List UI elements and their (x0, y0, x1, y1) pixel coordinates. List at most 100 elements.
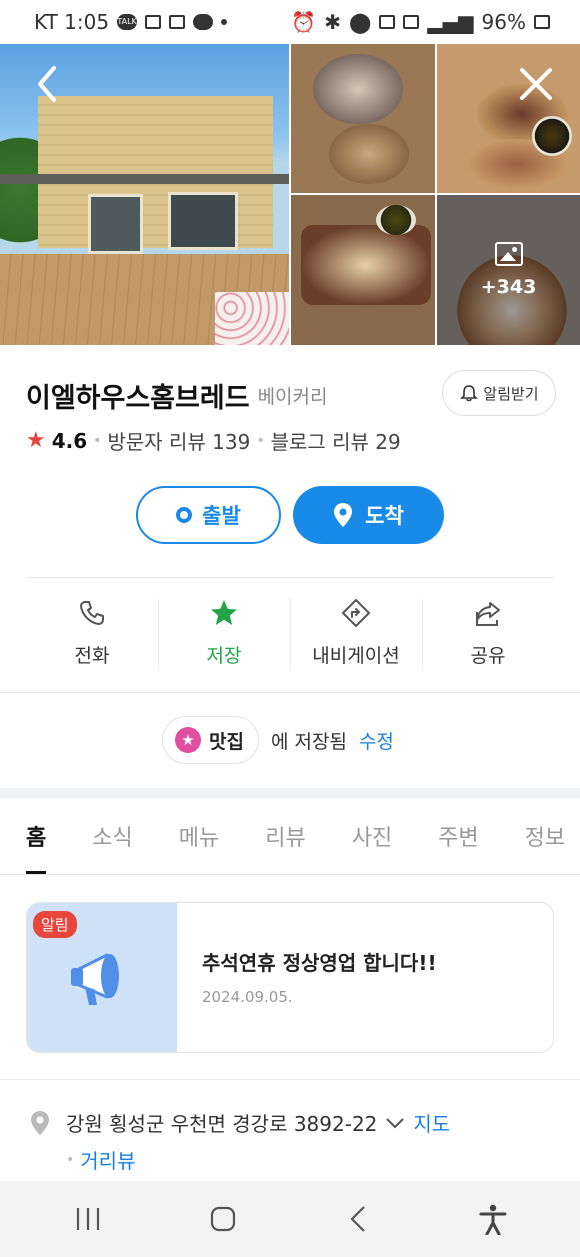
back-button[interactable] (30, 64, 66, 104)
address-line: 강원 횡성군 우천면 경강로 3892-22 지도 (30, 1108, 450, 1137)
notice-date: 2024.09.05. (202, 988, 293, 1006)
photo-icon (169, 15, 186, 29)
depart-button[interactable]: 출발 (136, 486, 281, 544)
tab-info[interactable]: 정보 (525, 800, 565, 874)
status-left: KT 1:05 TALK (34, 10, 228, 34)
star-icon (211, 600, 237, 625)
tab-menu[interactable]: 메뉴 (179, 800, 219, 874)
folder-name: 맛집 (209, 730, 244, 753)
street-view-link[interactable]: 거리뷰 (80, 1145, 135, 1174)
visitor-reviews-link[interactable]: 방문자 리뷰 139 (107, 426, 250, 455)
call-icon (193, 14, 214, 30)
tab-news[interactable]: 소식 (92, 800, 132, 874)
map-link[interactable]: 지도 (413, 1108, 450, 1137)
carrier-time: KT 1:05 (34, 10, 110, 34)
back-icon (349, 1206, 365, 1232)
action-row: 전화 저장 내비게이션 공유 (26, 596, 554, 672)
home-icon (210, 1206, 235, 1232)
status-right: ⏰ ✱ ⬤ ▂▄▆ 96% (291, 10, 550, 34)
tree-image (0, 134, 40, 274)
address-section: 강원 횡성군 우천면 경강로 3892-22 지도 • 거리뷰 (30, 1108, 450, 1174)
notice-thumbnail: 알림 (27, 903, 177, 1052)
more-dot-icon (221, 19, 228, 25)
save-label: 저장 (206, 645, 242, 667)
share-action[interactable]: 공유 (422, 596, 554, 672)
5g-icon (403, 15, 420, 29)
place-name: 이엘하우스홈브레드 (26, 382, 250, 414)
call-label: 전화 (74, 645, 110, 667)
share-icon (476, 602, 500, 626)
status-bar: KT 1:05 TALK ⏰ ✱ ⬤ ▂▄▆ 96% (0, 0, 580, 44)
bread-image (313, 54, 403, 124)
section-separator (0, 788, 580, 798)
place-category: 베이커리 (257, 385, 328, 408)
notice-card[interactable]: 알림 추석연휴 정상영업 합니다!! 2024.09.05. (26, 902, 554, 1053)
divider (0, 692, 580, 693)
bluetooth-icon: ✱ (324, 10, 341, 34)
tab-reviews[interactable]: 리뷰 (265, 800, 305, 874)
more-photos-tile[interactable]: +343 (437, 195, 580, 345)
location-pin-icon (31, 1110, 49, 1135)
tab-photos[interactable]: 사진 (352, 800, 392, 874)
photo-gallery: +343 (0, 44, 580, 345)
pin-icon (334, 503, 353, 527)
bread-photo-2[interactable] (437, 44, 580, 193)
recent-apps-button[interactable] (68, 1199, 108, 1239)
chevron-down-icon[interactable] (385, 1116, 405, 1130)
home-button[interactable] (203, 1199, 243, 1239)
route-buttons: 출발 도착 (136, 486, 444, 544)
alert-button-label: 알림받기 (483, 384, 539, 403)
address-line-2: • 거리뷰 (66, 1145, 450, 1174)
window-image (168, 192, 238, 250)
tab-nearby[interactable]: 주변 (438, 800, 478, 874)
notice-badge: 알림 (33, 911, 77, 938)
close-icon (520, 68, 552, 100)
recent-apps-icon (76, 1208, 99, 1230)
call-action[interactable]: 전화 (26, 596, 158, 672)
navigation-action[interactable]: 내비게이션 (290, 596, 422, 672)
navigation-label: 내비게이션 (312, 645, 400, 667)
rating-star-icon: ★ (26, 428, 46, 453)
arrive-button[interactable]: 도착 (293, 486, 444, 544)
rating-value: 4.6 (51, 428, 88, 453)
divider (26, 577, 554, 578)
saved-folder-chip[interactable]: ★ 맛집 (162, 716, 259, 764)
accessibility-icon (479, 1204, 506, 1235)
saved-text: 에 저장됨 (270, 730, 347, 753)
roof-image (0, 174, 289, 184)
separator-dot: • (93, 432, 102, 449)
divider (0, 1079, 580, 1080)
blog-reviews-link[interactable]: 블로그 리뷰 29 (271, 426, 401, 455)
share-label: 공유 (470, 645, 506, 667)
battery-icon (534, 15, 550, 29)
alert-button[interactable]: 알림받기 (442, 370, 556, 416)
talk-icon: TALK (117, 14, 138, 30)
save-action[interactable]: 저장 (158, 596, 290, 672)
back-arrow-icon (38, 66, 56, 102)
address-text: 강원 횡성군 우천면 경강로 3892-22 (66, 1112, 378, 1136)
arrive-label: 도착 (365, 504, 404, 528)
edit-link[interactable]: 수정 (359, 727, 394, 754)
notice-title: 추석연휴 정상영업 합니다!! (202, 951, 437, 975)
bread-photo-3[interactable] (291, 195, 435, 345)
signal-icon: ▂▄▆ (427, 10, 474, 34)
tab-bar: 홈 소식 메뉴 리뷰 사진 주변 정보 (0, 800, 580, 875)
more-photos-count: +343 (480, 276, 537, 298)
saved-row: ★ 맛집 에 저장됨 수정 (162, 716, 394, 764)
separator-dot: • (66, 1151, 75, 1168)
back-nav-button[interactable] (338, 1199, 378, 1239)
close-button[interactable] (518, 66, 554, 102)
bread-photo-1[interactable] (291, 44, 435, 193)
navigation-icon (342, 599, 370, 627)
rating-row: ★ 4.6 • 방문자 리뷰 139 • 블로그 리뷰 29 (26, 426, 401, 455)
notification-icon (145, 15, 162, 29)
location-icon: ⬤ (349, 10, 372, 34)
more-photos-overlay: +343 (437, 195, 580, 345)
bell-icon (460, 385, 479, 402)
accessibility-button[interactable] (473, 1199, 513, 1239)
oil-dish-image (532, 116, 572, 156)
bread-image (301, 225, 431, 305)
table-image (215, 292, 289, 345)
depart-label: 출발 (202, 504, 241, 528)
tab-home[interactable]: 홈 (26, 800, 47, 874)
